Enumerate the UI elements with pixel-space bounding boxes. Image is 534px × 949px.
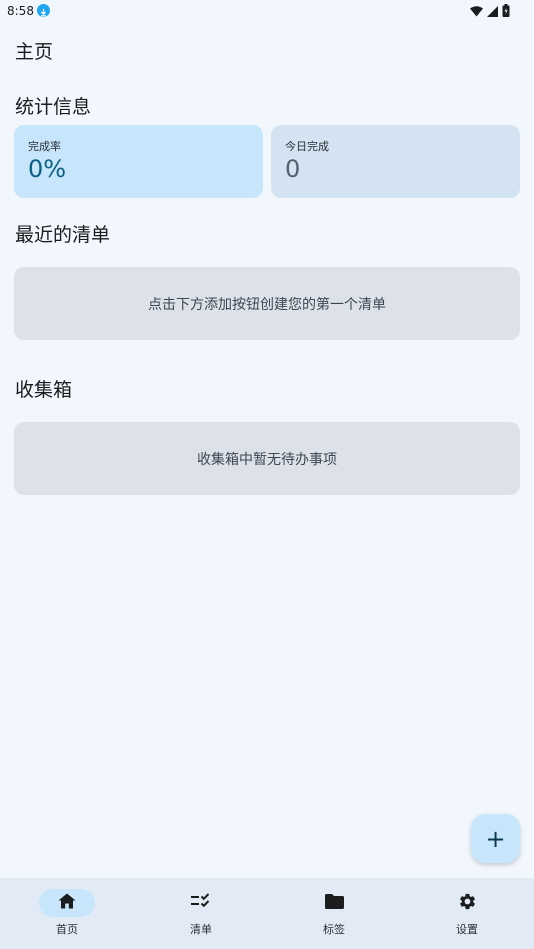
plus-icon: + (485, 824, 506, 853)
completed-today-label: 今日完成 (285, 140, 329, 153)
completion-rate-label: 完成率 (28, 140, 61, 153)
stats-section-title: 统计信息 (15, 96, 92, 118)
nav-item-lists-label: 清单 (190, 923, 212, 936)
checklist-icon (191, 893, 211, 913)
nav-item-home[interactable]: 首页 (0, 878, 134, 949)
completed-today-card: 今日完成 0 (271, 125, 520, 198)
recent-lists-empty-text: 点击下方添加按钮创建您的第一个清单 (148, 296, 386, 313)
nav-item-settings[interactable]: 设置 (400, 878, 534, 949)
download-icon (37, 4, 50, 17)
bottom-nav: 首页 清单 标签 设置 (0, 878, 534, 949)
nav-item-lists[interactable]: 清单 (134, 878, 268, 949)
wifi-icon (470, 2, 483, 21)
home-icon (58, 893, 76, 913)
nav-item-home-indicator (39, 889, 95, 917)
inbox-title: 收集箱 (15, 379, 73, 401)
completed-today-value: 0 (285, 155, 301, 183)
status-bar: 8:58 (0, 0, 534, 22)
add-button[interactable]: + (471, 814, 520, 863)
recent-lists-title: 最近的清单 (15, 224, 111, 246)
nav-item-settings-label: 设置 (456, 923, 478, 936)
nav-item-home-label: 首页 (56, 923, 78, 936)
inbox-empty-card: 收集箱中暂无待办事项 (14, 422, 520, 495)
nav-item-tags[interactable]: 标签 (267, 878, 401, 949)
gear-icon (458, 892, 477, 915)
status-icons (470, 2, 510, 21)
nav-item-tags-label: 标签 (323, 923, 345, 936)
recent-lists-empty-card: 点击下方添加按钮创建您的第一个清单 (14, 267, 520, 340)
completion-rate-value: 0% (28, 155, 67, 183)
completion-rate-card: 完成率 0% (14, 125, 263, 198)
folder-icon (324, 893, 344, 913)
inbox-empty-text: 收集箱中暂无待办事项 (197, 451, 337, 468)
status-time: 8:58 (7, 4, 34, 18)
signal-icon (487, 2, 498, 21)
page-title: 主页 (15, 41, 54, 63)
battery-icon (502, 2, 510, 21)
